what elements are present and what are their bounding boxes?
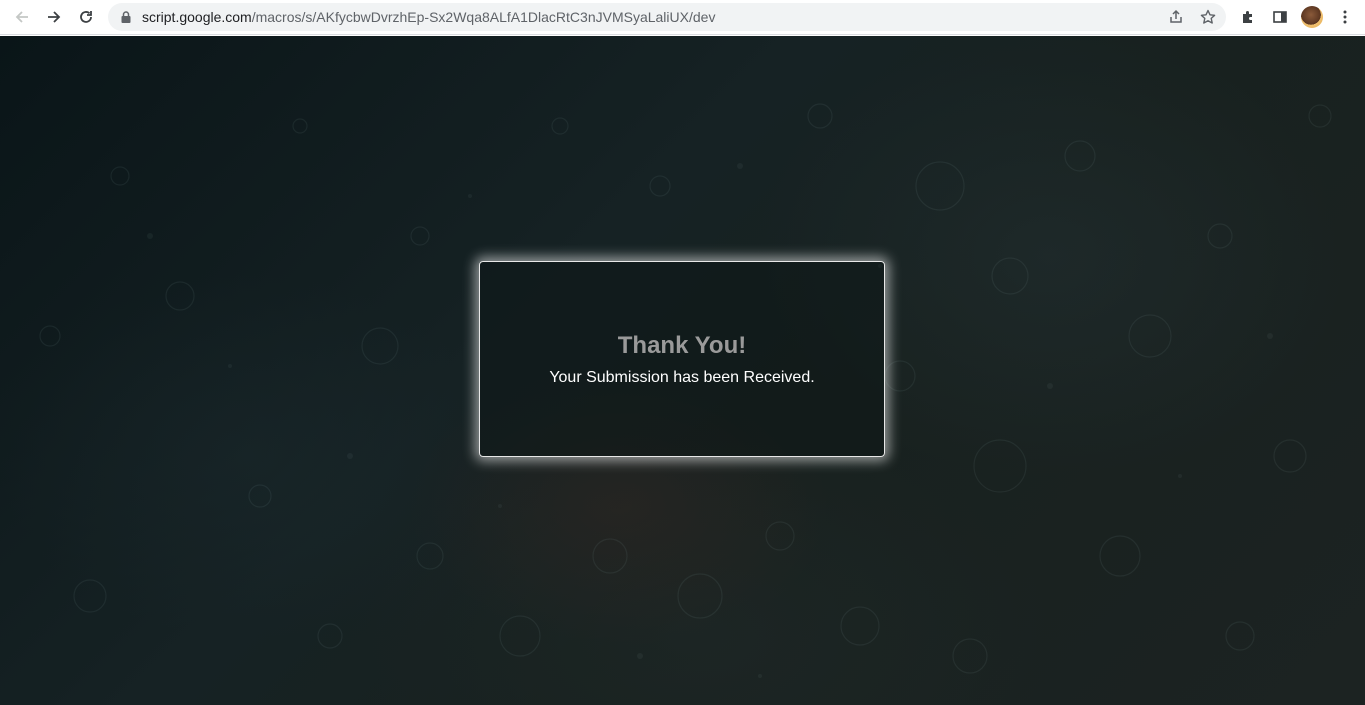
star-icon[interactable] bbox=[1198, 7, 1218, 27]
url-host: script.google.com bbox=[142, 9, 252, 25]
avatar[interactable] bbox=[1301, 6, 1323, 28]
address-bar[interactable]: script.google.com/macros/s/AKfycbwDvrzhE… bbox=[108, 3, 1226, 31]
thank-you-title: Thank You! bbox=[617, 332, 747, 359]
side-panel-icon[interactable] bbox=[1268, 5, 1292, 29]
share-icon[interactable] bbox=[1166, 7, 1186, 27]
submission-message: Your Submission has been Received. bbox=[549, 369, 815, 386]
more-vert-icon[interactable] bbox=[1333, 5, 1357, 29]
browser-toolbar: script.google.com/macros/s/AKfycbwDvrzhE… bbox=[0, 0, 1365, 35]
back-arrow-icon[interactable] bbox=[10, 5, 34, 29]
confirmation-card: Thank You! Your Submission has been Rece… bbox=[479, 261, 885, 457]
url-path: /macros/s/AKfycbwDvrzhEp-Sx2Wqa8ALfA1Dla… bbox=[251, 9, 716, 25]
lock-icon[interactable] bbox=[119, 10, 133, 24]
extensions-icon[interactable] bbox=[1236, 5, 1260, 29]
url-text[interactable]: script.google.com/macros/s/AKfycbwDvrzhE… bbox=[142, 9, 715, 25]
forward-arrow-icon[interactable] bbox=[42, 5, 66, 29]
page-background: Thank You! Your Submission has been Rece… bbox=[0, 36, 1365, 705]
reload-icon[interactable] bbox=[74, 5, 98, 29]
